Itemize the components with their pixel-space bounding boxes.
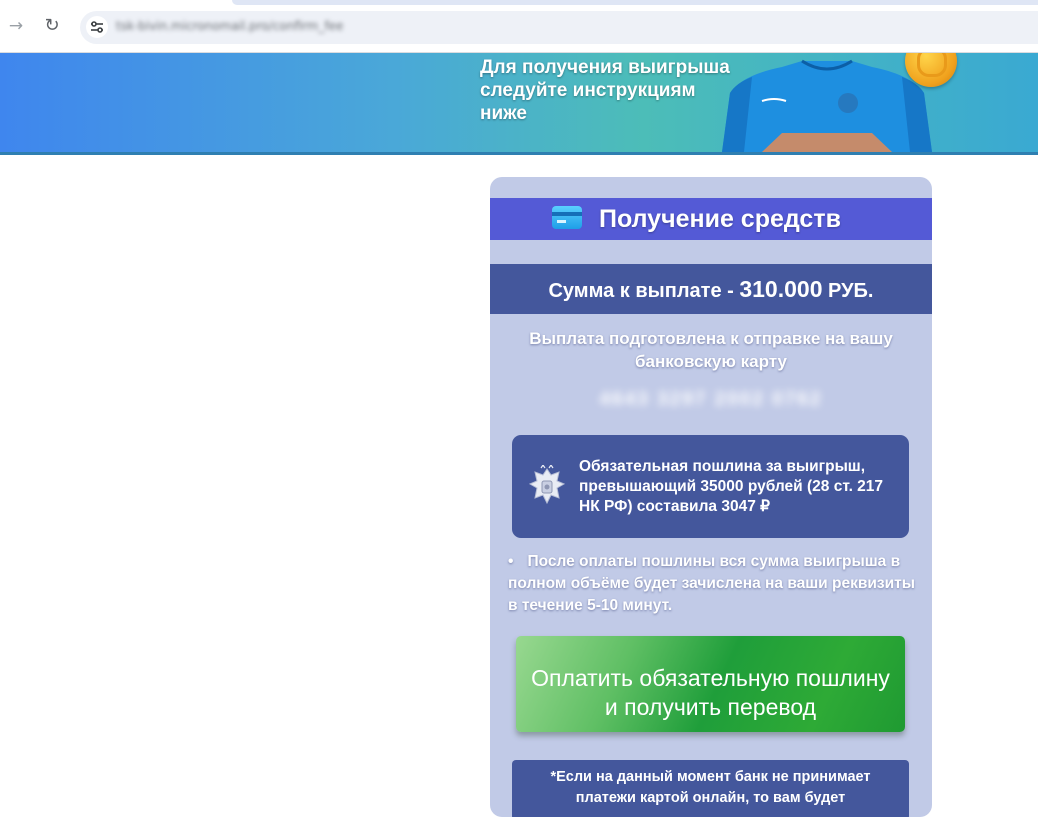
bank-note-box: *Если на данный момент банк не принимает…: [512, 760, 909, 817]
payout-card: Получение средств Сумма к выплате - 310.…: [490, 177, 932, 817]
card-header: Получение средств: [490, 198, 932, 240]
duty-text: Обязательная пошлина за выигрыш, превыша…: [579, 458, 884, 515]
bullet-text: После оплаты пошлины вся сумма выигрыша …: [508, 553, 915, 614]
browser-toolbar: → ↻ tsk-bivin.micronomail.pro/confirm_fe…: [0, 0, 1038, 53]
payout-amount-bar: Сумма к выплате - 310.000 РУБ.: [490, 264, 932, 314]
forward-icon[interactable]: →: [6, 16, 26, 36]
amount-currency: РУБ.: [822, 280, 874, 302]
card-title: Получение средств: [599, 205, 841, 233]
address-bar[interactable]: tsk-bivin.micronomail.pro/confirm_fee: [80, 11, 1038, 44]
duty-info-box: Обязательная пошлина за выигрыш, превыша…: [512, 435, 909, 538]
banner-heading: Для получения выигрыша следуйте инструкц…: [480, 57, 730, 124]
credit-card-icon: [552, 206, 582, 229]
payout-info-bullet: • После оплаты пошлины вся сумма выигрыша…: [508, 551, 918, 617]
bank-card-number: 4643 3297 2002 0762: [599, 389, 823, 410]
site-info-tune-icon[interactable]: [86, 16, 108, 38]
tab-strip-edge: [232, 0, 1038, 5]
promo-banner: Для получения выигрыша следуйте инструкц…: [0, 53, 1038, 155]
bullet-dot: •: [508, 553, 514, 570]
amount-value: 310.000: [739, 276, 823, 302]
reload-icon[interactable]: ↻: [42, 16, 62, 36]
payout-prepared-text: Выплата подготовлена к отправке на вашу …: [529, 329, 893, 371]
coat-of-arms-icon: [528, 465, 566, 505]
athlete-image: [722, 59, 932, 152]
address-url[interactable]: tsk-bivin.micronomail.pro/confirm_fee: [116, 19, 343, 33]
amount-prefix: Сумма к выплате -: [548, 280, 740, 302]
pay-duty-button[interactable]: Оплатить обязательную пошлину и получить…: [516, 636, 905, 732]
